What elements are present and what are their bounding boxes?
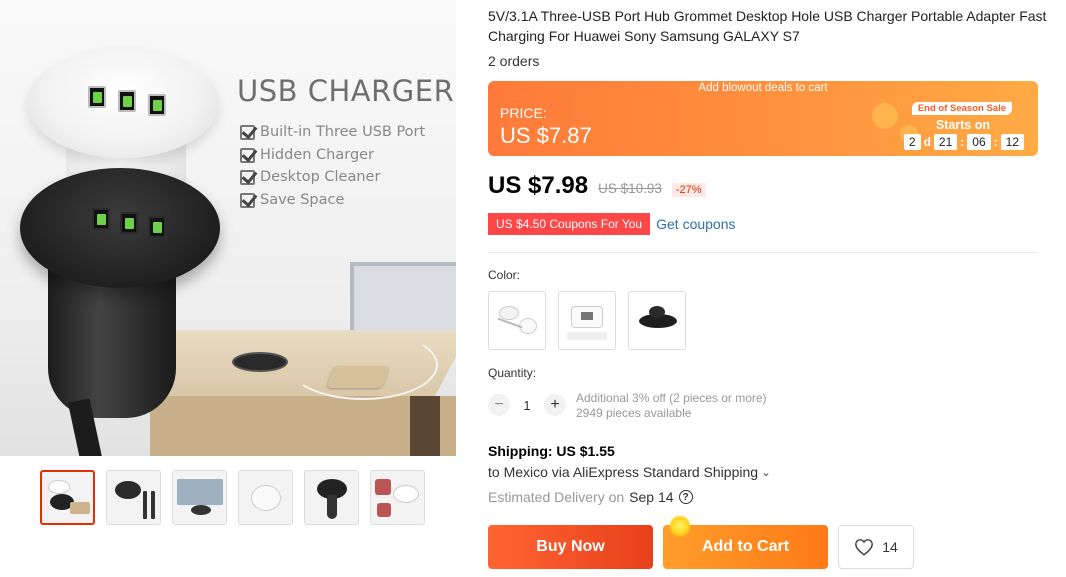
thumb-white-charger bbox=[251, 485, 281, 511]
image-white-charger-top bbox=[28, 48, 218, 158]
get-coupons-link[interactable]: Get coupons bbox=[656, 216, 735, 232]
image-feature-list: Built-in Three USB Port Hidden Charger D… bbox=[240, 121, 425, 212]
checkbox-icon bbox=[240, 124, 255, 140]
image-feature-item: Built-in Three USB Port bbox=[240, 121, 425, 144]
thumbnail-4[interactable] bbox=[238, 470, 293, 525]
sale-tag: End of Season Sale bbox=[911, 102, 1012, 115]
promo-banner[interactable]: Add blowout deals to cart PRICE: US $7.8… bbox=[488, 81, 1038, 156]
swatch-charger bbox=[649, 306, 665, 318]
promo-decoration bbox=[872, 103, 898, 129]
stock-available: 2949 pieces available bbox=[576, 406, 692, 420]
wishlist-count: 14 bbox=[882, 539, 898, 555]
image-phone bbox=[325, 366, 391, 388]
coupon-tag[interactable]: US $4.50 Coupons For You bbox=[488, 213, 651, 235]
countdown-minutes: 06 bbox=[967, 134, 991, 150]
delivery-label: Estimated Delivery on bbox=[488, 489, 625, 505]
thumb-cable bbox=[151, 491, 155, 519]
countdown-days-unit: d bbox=[923, 135, 931, 149]
thumbnail-5[interactable] bbox=[304, 470, 359, 525]
thumb-white-charger bbox=[393, 485, 419, 503]
coin-sparkle-icon bbox=[669, 515, 691, 537]
promo-banner-text: Add blowout deals to cart bbox=[698, 82, 828, 94]
image-black-charger-top bbox=[20, 168, 220, 288]
quantity-decrease-button[interactable]: − bbox=[488, 394, 510, 416]
chevron-down-icon: ⌄ bbox=[761, 465, 772, 479]
checkbox-icon bbox=[240, 192, 255, 208]
help-icon[interactable]: ? bbox=[678, 490, 693, 504]
wishlist-button[interactable]: 14 bbox=[838, 525, 914, 569]
swatch-label bbox=[567, 332, 607, 340]
product-main-image[interactable]: USB CHARGER Built-in Three USB Port Hidd… bbox=[0, 0, 456, 456]
checkbox-icon bbox=[240, 147, 255, 163]
thumb-laptop bbox=[177, 479, 223, 505]
countdown-hours: 21 bbox=[933, 134, 958, 150]
usb-port-icon bbox=[92, 208, 110, 230]
thumb-white-charger bbox=[48, 480, 70, 494]
thumbnail-1[interactable] bbox=[40, 470, 95, 525]
countdown-separator: : bbox=[960, 135, 965, 149]
quantity-note: Additional 3% off (2 pieces or more) 294… bbox=[576, 391, 767, 421]
shipping-method: to Mexico via AliExpress Standard Shippi… bbox=[488, 464, 759, 480]
color-option-black-set[interactable] bbox=[628, 291, 686, 350]
usb-port-icon bbox=[148, 216, 166, 238]
image-feature-item: Desktop Cleaner bbox=[240, 166, 425, 189]
image-desk-leg bbox=[410, 396, 440, 456]
swatch-charger bbox=[499, 306, 519, 320]
quantity-stepper: − 1 + bbox=[488, 394, 566, 416]
promo-price: US $7.87 bbox=[500, 123, 592, 148]
usb-port-icon bbox=[88, 86, 106, 108]
color-options bbox=[488, 291, 686, 350]
shipping-cost: Shipping: US $1.55 bbox=[488, 443, 615, 459]
original-price: US $10.93 bbox=[598, 181, 662, 196]
countdown-timer: 2 d 21 : 06 : 12 bbox=[903, 134, 1024, 150]
current-price: US $7.98 bbox=[488, 172, 589, 199]
checkbox-icon bbox=[240, 170, 255, 186]
quantity-label: Quantity: bbox=[488, 366, 537, 380]
thumb-cable bbox=[143, 491, 147, 519]
image-cable bbox=[288, 330, 438, 400]
heart-icon bbox=[855, 539, 874, 556]
thumb-inset bbox=[377, 503, 391, 517]
delivery-date: Sep 14 bbox=[629, 489, 674, 505]
thumb-black-charger bbox=[115, 481, 141, 499]
thumbnail-strip bbox=[40, 470, 425, 525]
product-title: 5V/3.1A Three-USB Port Hub Grommet Deskt… bbox=[488, 8, 1047, 44]
countdown-separator: : bbox=[993, 135, 998, 149]
quantity-input[interactable]: 1 bbox=[510, 398, 544, 413]
promo-price-label: PRICE: bbox=[500, 105, 547, 121]
color-option-white-set[interactable] bbox=[488, 291, 546, 350]
thumb-desk bbox=[70, 502, 90, 514]
thumbnail-6[interactable] bbox=[370, 470, 425, 525]
shipping-method-selector[interactable]: to Mexico via AliExpress Standard Shippi… bbox=[488, 464, 771, 480]
image-desk-grommet bbox=[232, 352, 288, 372]
starts-on-label: Starts on bbox=[935, 118, 990, 132]
image-feature-item: Hidden Charger bbox=[240, 144, 425, 167]
thumbnail-2[interactable] bbox=[106, 470, 161, 525]
coupon-row: US $4.50 Coupons For You Get coupons bbox=[488, 213, 736, 235]
thumb-grommet bbox=[191, 505, 211, 515]
divider bbox=[488, 252, 1038, 253]
image-feature-item: Save Space bbox=[240, 189, 425, 212]
order-count: 2 orders bbox=[488, 53, 540, 69]
countdown-days: 2 bbox=[903, 134, 921, 150]
thumbnail-3[interactable] bbox=[172, 470, 227, 525]
swatch-ports bbox=[581, 312, 593, 320]
buy-now-button[interactable]: Buy Now bbox=[488, 525, 653, 569]
image-monitor bbox=[350, 262, 456, 334]
quantity-increase-button[interactable]: + bbox=[544, 394, 566, 416]
bulk-discount-note: Additional 3% off (2 pieces or more) bbox=[576, 391, 767, 405]
color-option-white-box[interactable] bbox=[558, 291, 616, 350]
usb-port-icon bbox=[148, 94, 166, 116]
discount-badge: -27% bbox=[671, 183, 706, 197]
thumb-charger-body bbox=[327, 495, 337, 519]
estimated-delivery: Estimated Delivery on Sep 14 ? bbox=[488, 489, 693, 505]
countdown-seconds: 12 bbox=[1000, 134, 1024, 150]
usb-port-icon bbox=[118, 90, 136, 112]
usb-port-icon bbox=[120, 212, 138, 234]
thumb-inset bbox=[375, 479, 391, 495]
color-label: Color: bbox=[488, 268, 521, 282]
image-headline: USB CHARGER bbox=[237, 74, 455, 108]
price-row: US $7.98 US $10.93 -27% bbox=[488, 172, 706, 200]
